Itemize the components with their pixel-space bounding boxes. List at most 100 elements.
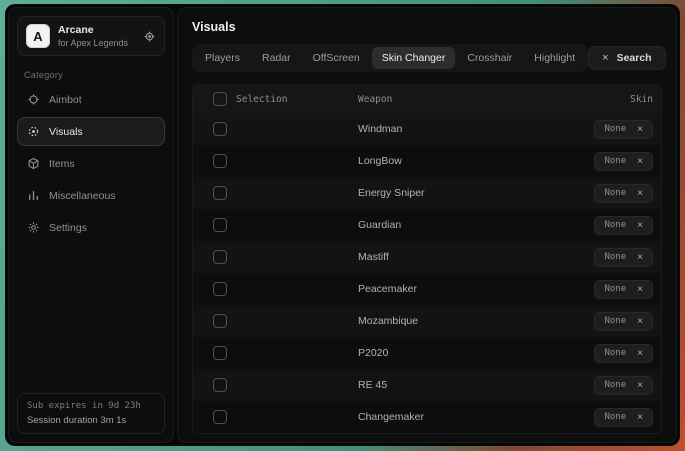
skin-cell: None × <box>594 216 661 235</box>
clear-skin-icon[interactable]: × <box>637 188 643 199</box>
skin-value-pill[interactable]: None × <box>594 120 653 139</box>
row-checkbox[interactable] <box>213 410 227 424</box>
clear-skin-icon[interactable]: × <box>637 220 643 231</box>
tab-skin-changer[interactable]: Skin Changer <box>372 47 456 69</box>
weapon-name: Mozambique <box>358 315 551 327</box>
sidebar-item-icon <box>27 221 40 234</box>
subscription-info-card: Sub expires in 9d 23h Session duration 3… <box>17 393 165 434</box>
skin-value-pill[interactable]: None × <box>594 216 653 235</box>
tab-bar: PlayersRadarOffScreenSkin ChangerCrossha… <box>192 44 588 72</box>
skin-cell: None × <box>594 376 661 395</box>
sidebar-item-aimbot[interactable]: Aimbot <box>17 85 165 114</box>
skin-value-pill[interactable]: None × <box>594 280 653 299</box>
clear-skin-icon[interactable]: × <box>637 252 643 263</box>
skin-cell: None × <box>594 152 661 171</box>
row-checkbox[interactable] <box>213 314 227 328</box>
sidebar-item-icon <box>27 189 40 202</box>
skin-value-pill[interactable]: None × <box>594 152 653 171</box>
row-checkbox[interactable] <box>213 122 227 136</box>
table-row: Changemaker None × <box>193 401 661 433</box>
table-row: LongBow None × <box>193 145 661 177</box>
row-checkbox-cell <box>193 250 227 264</box>
skin-value-pill[interactable]: None × <box>594 344 653 363</box>
select-all-cell <box>193 92 227 106</box>
tab-crosshair[interactable]: Crosshair <box>457 47 522 69</box>
row-checkbox[interactable] <box>213 250 227 264</box>
sidebar-item-icon <box>27 157 40 170</box>
skin-cell: None × <box>594 408 661 427</box>
row-checkbox[interactable] <box>213 346 227 360</box>
skin-cell: None × <box>594 184 661 203</box>
skin-value-label: None <box>604 124 626 134</box>
skin-value-pill[interactable]: None × <box>594 408 653 427</box>
sidebar-item-label: Visuals <box>49 126 83 138</box>
weapon-name: P2020 <box>358 347 551 359</box>
clear-skin-icon[interactable]: × <box>637 380 643 391</box>
sidebar-item-icon <box>27 125 40 138</box>
clear-skin-icon[interactable]: × <box>637 316 643 327</box>
row-checkbox-cell <box>193 186 227 200</box>
tab-players[interactable]: Players <box>195 47 250 69</box>
table-row: Windman None × <box>193 113 661 145</box>
sidebar-item-icon <box>27 93 40 106</box>
skin-value-pill[interactable]: None × <box>594 312 653 331</box>
skin-value-label: None <box>604 380 626 390</box>
sidebar-nav: Aimbot Visuals Items Miscellaneous Setti… <box>17 85 165 242</box>
sidebar: A Arcane for Apex Legends Category Aimbo… <box>8 7 174 443</box>
sidebar-item-settings[interactable]: Settings <box>17 213 165 242</box>
gear-icon[interactable] <box>143 30 156 43</box>
table-row: RE 45 None × <box>193 369 661 401</box>
row-checkbox-cell <box>193 410 227 424</box>
sidebar-item-label: Aimbot <box>49 94 82 106</box>
skin-value-label: None <box>604 188 626 198</box>
row-checkbox[interactable] <box>213 378 227 392</box>
category-label: Category <box>24 70 158 80</box>
row-checkbox[interactable] <box>213 154 227 168</box>
app-window: A Arcane for Apex Legends Category Aimbo… <box>5 4 680 446</box>
tab-offscreen[interactable]: OffScreen <box>303 47 370 69</box>
select-all-checkbox[interactable] <box>213 92 227 106</box>
table-row: Energy Sniper None × <box>193 177 661 209</box>
row-checkbox[interactable] <box>213 282 227 296</box>
skin-value-label: None <box>604 316 626 326</box>
search-button[interactable]: × Search <box>588 46 665 70</box>
skin-value-pill[interactable]: None × <box>594 376 653 395</box>
table-row: P2020 None × <box>193 337 661 369</box>
weapon-name: Guardian <box>358 219 551 231</box>
page-title: Visuals <box>192 20 662 34</box>
row-checkbox[interactable] <box>213 218 227 232</box>
row-checkbox-cell <box>193 282 227 296</box>
sidebar-item-label: Miscellaneous <box>49 190 116 202</box>
clear-skin-icon[interactable]: × <box>637 156 643 167</box>
app-logo: A <box>26 24 50 48</box>
row-checkbox-cell <box>193 218 227 232</box>
sidebar-item-miscellaneous[interactable]: Miscellaneous <box>17 181 165 210</box>
table-row: Peacemaker None × <box>193 273 661 305</box>
row-checkbox-cell <box>193 122 227 136</box>
weapon-name: RE 45 <box>358 379 551 391</box>
clear-skin-icon[interactable]: × <box>637 284 643 295</box>
tab-radar[interactable]: Radar <box>252 47 301 69</box>
skin-value-label: None <box>604 252 626 262</box>
sub-expiry-text: Sub expires in 9d 23h <box>27 401 155 411</box>
skin-value-pill[interactable]: None × <box>594 184 653 203</box>
clear-skin-icon[interactable]: × <box>637 124 643 135</box>
weapon-column-header: Weapon <box>358 94 551 105</box>
sidebar-item-visuals[interactable]: Visuals <box>17 117 165 146</box>
skin-table: Selection Weapon Skin Windman None × <box>192 84 662 434</box>
selection-column-header: Selection <box>227 94 358 105</box>
sidebar-item-items[interactable]: Items <box>17 149 165 178</box>
skin-value-pill[interactable]: None × <box>594 248 653 267</box>
weapon-name: LongBow <box>358 155 551 167</box>
app-header-card: A Arcane for Apex Legends <box>17 16 165 56</box>
skin-value-label: None <box>604 220 626 230</box>
weapon-name: Energy Sniper <box>358 187 551 199</box>
clear-skin-icon[interactable]: × <box>637 412 643 423</box>
clear-skin-icon[interactable]: × <box>637 348 643 359</box>
app-subtitle: for Apex Legends <box>58 38 135 48</box>
row-checkbox-cell <box>193 154 227 168</box>
skin-cell: None × <box>594 312 661 331</box>
tab-highlight[interactable]: Highlight <box>524 47 585 69</box>
row-checkbox-cell <box>193 346 227 360</box>
row-checkbox[interactable] <box>213 186 227 200</box>
